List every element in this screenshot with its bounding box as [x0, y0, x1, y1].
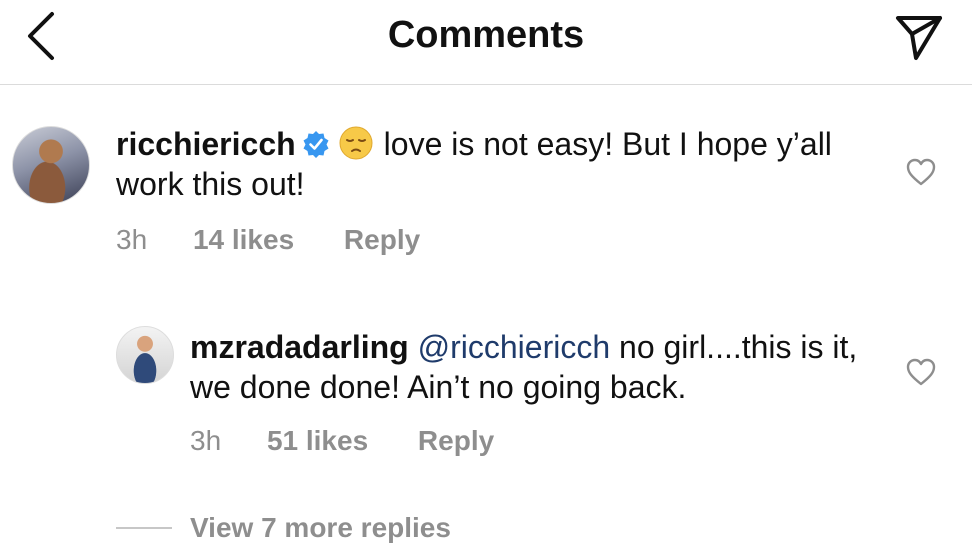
paper-plane-icon[interactable]	[894, 12, 944, 62]
mention-link[interactable]: @ricchiericch	[418, 329, 611, 365]
pensive-face-emoji-icon	[339, 126, 373, 160]
comment-username[interactable]: ricchiericch	[116, 126, 296, 162]
comment-meta: 3h 51 likes Reply	[190, 425, 494, 457]
avatar[interactable]	[12, 126, 90, 204]
likes-count-button[interactable]: 14 likes	[193, 224, 294, 256]
comments-header: Comments	[0, 0, 972, 85]
avatar[interactable]	[116, 326, 174, 384]
heart-icon[interactable]	[906, 158, 936, 186]
comment-text: ricchiericch love is not easy! But I hop…	[116, 124, 856, 204]
view-more-replies-button[interactable]: View 7 more replies	[116, 512, 451, 548]
verified-badge-icon	[303, 131, 329, 158]
comment-text: mzradadarling @ricchiericch no girl....t…	[190, 327, 880, 407]
reply-button[interactable]: Reply	[418, 425, 494, 457]
view-more-label: View 7 more replies	[190, 512, 451, 543]
comment-time: 3h	[190, 425, 222, 456]
likes-count-button[interactable]: 51 likes	[267, 425, 368, 457]
reply-button[interactable]: Reply	[344, 224, 420, 256]
page-title: Comments	[387, 14, 585, 56]
comment-username[interactable]: mzradadarling	[190, 329, 409, 365]
heart-icon[interactable]	[906, 358, 936, 386]
comment-meta: 3h 14 likes Reply	[116, 224, 420, 256]
divider-line	[116, 527, 172, 529]
comment-time: 3h	[116, 224, 148, 255]
